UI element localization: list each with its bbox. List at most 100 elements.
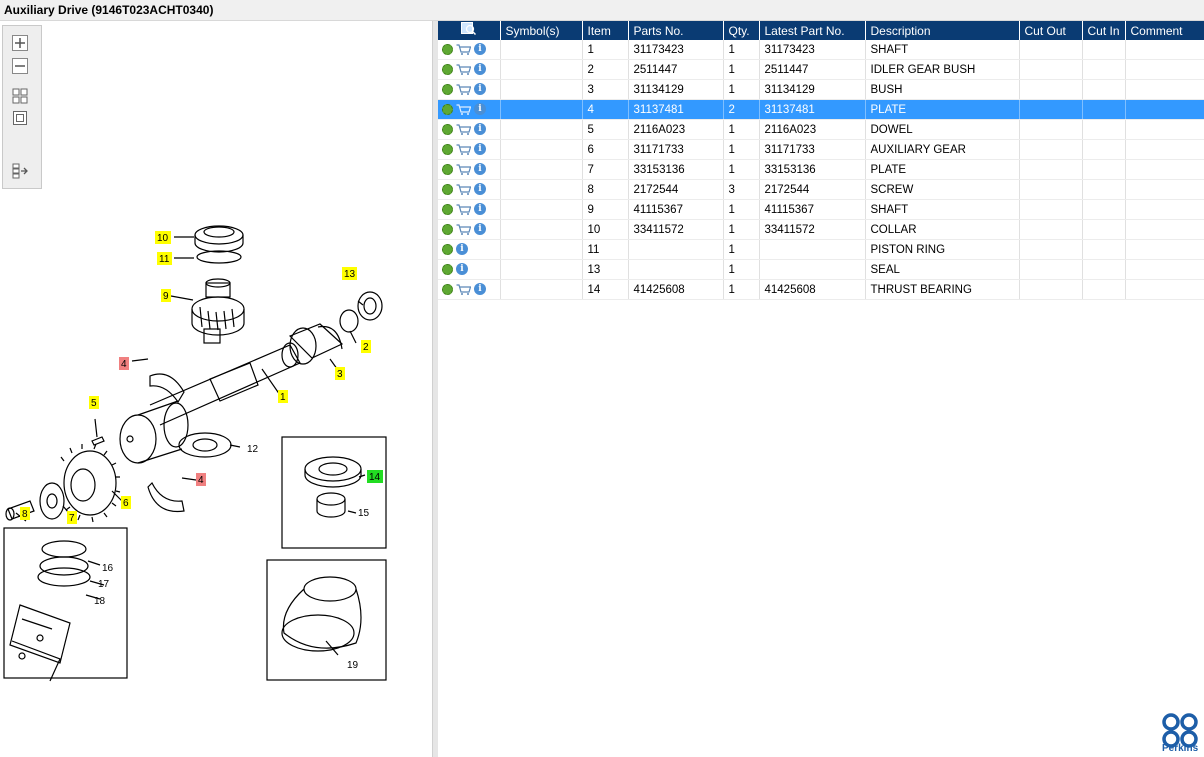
cart-icon[interactable] [456,124,474,136]
fit-page-icon[interactable] [12,110,28,126]
callout-4a[interactable]: 4 [121,359,127,370]
options-gear-icon[interactable] [442,263,453,275]
column-header-parts-no[interactable]: Parts No. [628,21,724,40]
zoom-out-icon[interactable] [12,58,28,74]
info-icon[interactable]: i [474,163,486,176]
window-title: Auxiliary Drive (9146T023ACHT0340) [4,3,214,17]
column-header-description[interactable]: Description [865,21,1020,40]
table-row[interactable]: i 9 41115367 1 41115367 SHAFT [438,199,1204,220]
info-icon[interactable]: i [474,83,486,96]
callout-14[interactable]: 14 [369,472,381,483]
zoom-in-icon[interactable] [12,35,28,51]
callout-15[interactable]: 15 [358,508,370,519]
column-header-item[interactable]: Item [582,21,629,40]
table-row[interactable]: i 10 33411572 1 33411572 COLLAR [438,219,1204,240]
callout-7[interactable]: 7 [69,513,75,524]
options-gear-icon[interactable] [442,43,453,55]
search-parts-icon[interactable] [460,22,477,36]
options-gear-icon[interactable] [442,83,453,95]
info-icon[interactable]: i [456,243,468,256]
options-gear-icon[interactable] [442,243,453,255]
cell-comment [1125,99,1204,120]
cell-latest-part-no [759,259,866,280]
column-header-comment[interactable]: Comment [1125,21,1204,40]
callout-17[interactable]: 17 [98,579,110,590]
options-gear-icon[interactable] [442,163,453,175]
cell-cut-in [1082,219,1126,240]
options-gear-icon[interactable] [442,143,453,155]
callout-9[interactable]: 9 [163,291,169,302]
info-icon[interactable]: i [474,203,486,216]
callout-19[interactable]: 19 [347,660,359,671]
info-icon[interactable]: i [474,223,486,236]
options-gear-icon[interactable] [442,203,453,215]
diagram-panel[interactable]: 10 11 9 13 2 3 4 1 5 12 14 6 7 8 4 15 16… [0,21,432,757]
cart-icon[interactable] [456,184,474,196]
cell-item: 1 [582,40,629,60]
table-row[interactable]: i 8 2172544 3 2172544 SCREW [438,179,1204,200]
table-row[interactable]: i 5 2116A023 1 2116A023 DOWEL [438,119,1204,140]
table-row[interactable]: i 11 1 PISTON RING [438,239,1204,260]
options-gear-icon[interactable] [442,283,453,295]
table-row[interactable]: i 6 31171733 1 31171733 AUXILIARY GEAR [438,139,1204,160]
options-gear-icon[interactable] [442,183,453,195]
options-gear-icon[interactable] [442,63,453,75]
cart-icon[interactable] [456,204,474,216]
column-header-latest-part-no[interactable]: Latest Part No. [759,21,866,40]
info-icon[interactable]: i [474,43,486,56]
column-header-qty[interactable]: Qty. [723,21,760,40]
callout-6[interactable]: 6 [123,498,129,509]
cell-item: 9 [582,199,629,220]
cart-icon[interactable] [456,44,474,56]
cart-icon[interactable] [456,104,474,116]
callout-5[interactable]: 5 [91,398,97,409]
table-row[interactable]: i 2 2511447 1 2511447 IDLER GEAR BUSH [438,59,1204,80]
cart-icon[interactable] [456,224,474,236]
column-header-icons[interactable] [438,21,501,40]
cell-description: PLATE [865,99,1020,120]
table-row[interactable]: i 13 1 SEAL [438,259,1204,280]
table-row[interactable]: i 4 31137481 2 31137481 PLATE [438,99,1204,120]
cart-icon[interactable] [456,64,474,76]
info-icon[interactable]: i [474,123,486,136]
callout-3[interactable]: 3 [337,369,343,380]
options-gear-icon[interactable] [442,103,453,115]
options-gear-icon[interactable] [442,123,453,135]
info-icon[interactable]: i [474,103,486,116]
column-header-cut-out[interactable]: Cut Out [1019,21,1083,40]
cart-icon[interactable] [456,144,474,156]
info-icon[interactable]: i [474,63,486,76]
cell-item: 14 [582,279,629,300]
info-icon[interactable]: i [474,143,486,156]
info-icon[interactable]: i [456,263,468,276]
callout-8[interactable]: 8 [22,509,28,520]
table-row[interactable]: i 7 33153136 1 33153136 PLATE [438,159,1204,180]
callout-10[interactable]: 10 [157,233,169,244]
callout-18[interactable]: 18 [94,596,106,607]
cart-icon[interactable] [456,84,474,96]
callout-1[interactable]: 1 [280,392,286,403]
cart-icon[interactable] [456,284,474,296]
table-row[interactable]: i 1 31173423 1 31173423 SHAFT [438,40,1204,60]
cell-symbols [500,179,583,200]
callout-4b[interactable]: 4 [198,475,204,486]
cell-parts-no: 31137481 [628,99,724,120]
fit-all-icon[interactable] [12,88,28,104]
callout-11[interactable]: 11 [159,254,170,265]
callout-12[interactable]: 12 [247,444,259,455]
cell-qty: 2 [723,99,760,120]
export-icon[interactable] [12,163,28,179]
callout-2[interactable]: 2 [363,342,369,353]
info-icon[interactable]: i [474,183,486,196]
callout-16[interactable]: 16 [102,563,114,574]
options-gear-icon[interactable] [442,223,453,235]
column-header-symbols[interactable]: Symbol(s) [500,21,583,40]
info-icon[interactable]: i [474,283,486,296]
table-row[interactable]: i 14 41425608 1 41425608 THRUST BEARING [438,279,1204,300]
callout-13[interactable]: 13 [344,269,356,280]
cell-cut-out [1019,219,1083,240]
cart-icon[interactable] [456,164,474,176]
column-header-cut-in[interactable]: Cut In [1082,21,1126,40]
table-row[interactable]: i 3 31134129 1 31134129 BUSH [438,79,1204,100]
cell-cut-out [1019,40,1083,60]
